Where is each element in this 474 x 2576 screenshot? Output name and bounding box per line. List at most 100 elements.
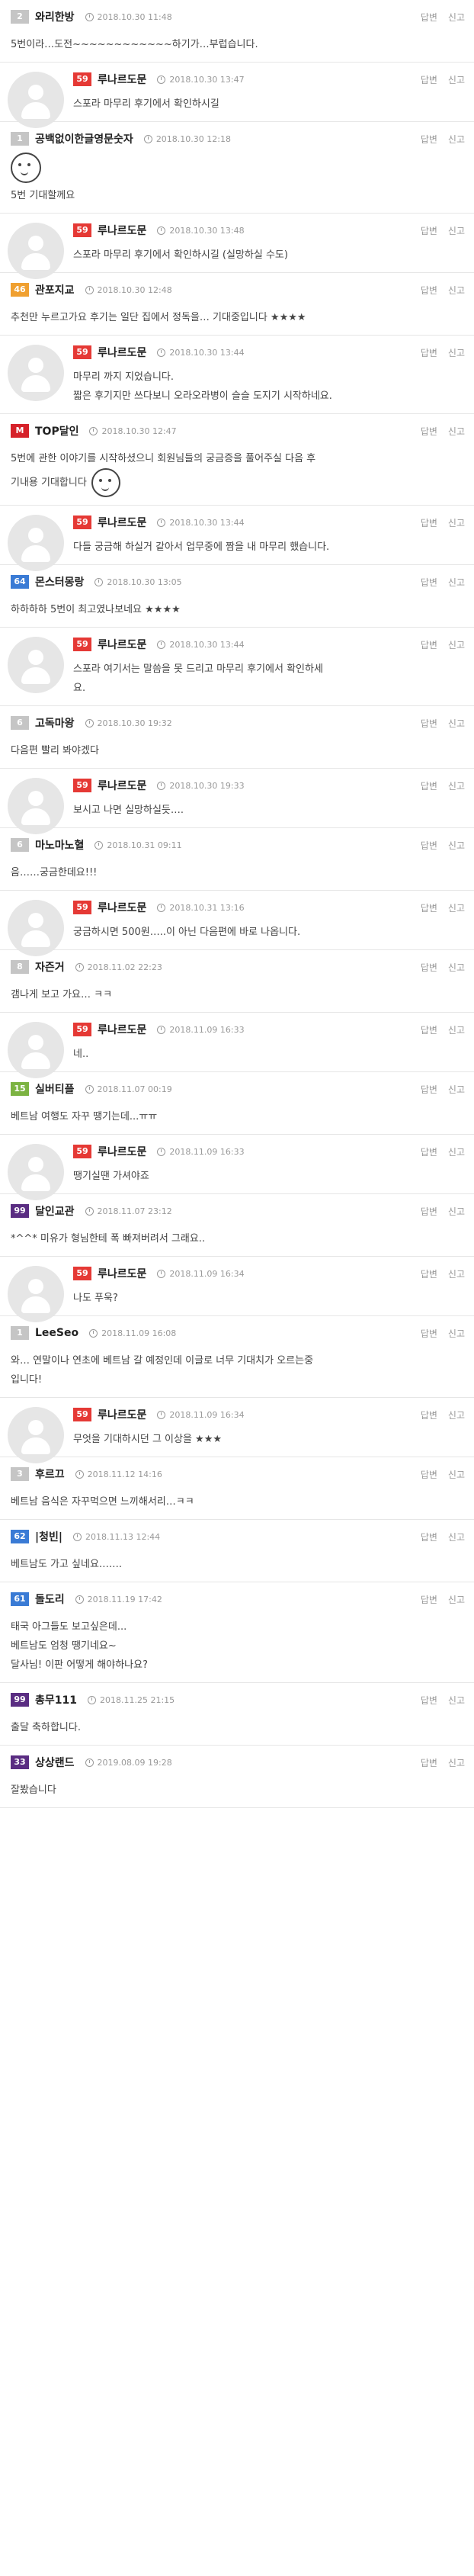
author-name[interactable]: 관포지교	[35, 282, 75, 297]
report-button[interactable]: 신고	[448, 518, 465, 528]
author-name[interactable]: 상상랜드	[35, 1755, 75, 1770]
reply-button[interactable]: 답변	[421, 426, 437, 437]
author-name[interactable]: 루나르도문	[98, 345, 146, 360]
report-button[interactable]: 신고	[448, 1328, 465, 1339]
reply-button[interactable]: 답변	[421, 840, 437, 851]
reply-button[interactable]: 답변	[421, 1469, 437, 1480]
reply-button[interactable]: 답변	[421, 1595, 437, 1605]
comment-actions: 답변 신고	[410, 133, 465, 146]
author-name[interactable]: 루나르도문	[98, 72, 146, 87]
report-button[interactable]: 신고	[448, 1410, 465, 1421]
avatar-head	[28, 358, 43, 373]
reply-button[interactable]: 답변	[421, 577, 437, 588]
report-button[interactable]: 신고	[448, 1595, 465, 1605]
reply-button[interactable]: 답변	[421, 640, 437, 650]
reply-button[interactable]: 답변	[421, 1025, 437, 1036]
report-button[interactable]: 신고	[448, 840, 465, 851]
report-button[interactable]: 신고	[448, 348, 465, 358]
report-button[interactable]: 신고	[448, 718, 465, 729]
author-name[interactable]: 몬스터몽랑	[35, 574, 84, 589]
reply-button[interactable]: 답변	[421, 781, 437, 792]
comment: 46 관포지교 2018.10.30 12:48 답변 신고 추천만 누르고가요 후기는 …	[0, 273, 474, 336]
report-button[interactable]: 신고	[448, 1758, 465, 1768]
author-name[interactable]: 자즌거	[35, 959, 65, 975]
reply-button[interactable]: 답변	[421, 1084, 437, 1095]
avatar	[8, 1022, 64, 1078]
reply-button[interactable]: 답변	[421, 134, 437, 145]
author-name[interactable]: 루나르도문	[98, 1407, 146, 1422]
author-name[interactable]: 마노마노혈	[35, 837, 84, 853]
author-name[interactable]: 루나르도문	[98, 1266, 146, 1281]
report-button[interactable]: 신고	[448, 426, 465, 437]
report-button[interactable]: 신고	[448, 1025, 465, 1036]
author-name[interactable]: 루나르도문	[98, 515, 146, 530]
author-name[interactable]: 루나르도문	[98, 223, 146, 238]
author-name[interactable]: |청빈|	[35, 1529, 62, 1544]
author-name[interactable]: 고독마왕	[35, 715, 75, 731]
report-button[interactable]: 신고	[448, 12, 465, 23]
comment-text: 잘봤습니다	[11, 1784, 56, 1796]
reply-button[interactable]: 답변	[421, 718, 437, 729]
report-button[interactable]: 신고	[448, 1695, 465, 1706]
author-name[interactable]: 루나르도문	[98, 637, 146, 652]
reply-button[interactable]: 답변	[421, 75, 437, 85]
author-name[interactable]: 루나르도문	[98, 900, 146, 915]
comment-actions: 답변 신고	[410, 1205, 465, 1218]
reply-button[interactable]: 답변	[421, 1695, 437, 1706]
author-name[interactable]: 실버티플	[35, 1081, 75, 1097]
reply-button[interactable]: 답변	[421, 518, 437, 528]
report-button[interactable]: 신고	[448, 1269, 465, 1280]
author-name[interactable]: 루나르도문	[98, 1022, 146, 1037]
report-button[interactable]: 신고	[448, 75, 465, 85]
reply-button[interactable]: 답변	[421, 962, 437, 973]
reply-button[interactable]: 답변	[421, 1269, 437, 1280]
comment-actions: 답변 신고	[410, 901, 465, 914]
reply-button[interactable]: 답변	[421, 226, 437, 236]
comment: 3 후르끄 2018.11.12 14:16 답변 신고 베트남 음식은 자꾸먹으면 느끼…	[0, 1457, 474, 1520]
author-name[interactable]: 돌도리	[35, 1592, 65, 1607]
avatar	[8, 637, 64, 693]
author-name[interactable]: 공백없이한글영문숫자	[35, 131, 133, 146]
reply-button[interactable]: 답변	[421, 1532, 437, 1543]
reply-button[interactable]: 답변	[421, 1758, 437, 1768]
comment-text: 5번이라…도전~~~~~~~~~~~~하기가…부럽습니다.	[11, 39, 258, 50]
report-button[interactable]: 신고	[448, 134, 465, 145]
report-button[interactable]: 신고	[448, 781, 465, 792]
level-badge: 59	[73, 516, 91, 529]
author-name[interactable]: 총무111	[35, 1692, 77, 1707]
reply-button[interactable]: 답변	[421, 1410, 437, 1421]
reply-button[interactable]: 답변	[421, 1206, 437, 1217]
report-button[interactable]: 신고	[448, 962, 465, 973]
report-button[interactable]: 신고	[448, 226, 465, 236]
author-name[interactable]: 달인교관	[35, 1203, 75, 1219]
author-name[interactable]: 후르끄	[35, 1466, 65, 1482]
report-button[interactable]: 신고	[448, 1532, 465, 1543]
reply-button[interactable]: 답변	[421, 12, 437, 23]
report-button[interactable]: 신고	[448, 1469, 465, 1480]
report-button[interactable]: 신고	[448, 1084, 465, 1095]
report-button[interactable]: 신고	[448, 640, 465, 650]
author-name[interactable]: LeeSeo	[35, 1327, 78, 1339]
reply-button[interactable]: 답변	[421, 348, 437, 358]
comment-actions: 답변 신고	[410, 638, 465, 651]
report-button[interactable]: 신고	[448, 1206, 465, 1217]
author-name[interactable]: 와리한방	[35, 9, 75, 24]
reply-button[interactable]: 답변	[421, 285, 437, 296]
author-name[interactable]: TOP달인	[35, 423, 78, 438]
report-button[interactable]: 신고	[448, 903, 465, 914]
report-button[interactable]: 신고	[448, 1147, 465, 1158]
comment-text: 보시고 나면 실망하실듯….	[73, 805, 184, 816]
reply-button[interactable]: 답변	[421, 903, 437, 914]
level-badge: 59	[73, 638, 91, 651]
report-button[interactable]: 신고	[448, 285, 465, 296]
reply-button[interactable]: 답변	[421, 1147, 437, 1158]
report-button[interactable]: 신고	[448, 577, 465, 588]
author-name[interactable]: 루나르도문	[98, 778, 146, 793]
comment-time: 2018.10.30 12:18	[155, 133, 231, 144]
avatar	[8, 1266, 64, 1322]
clock-icon	[85, 718, 94, 728]
comment: 62 |청빈| 2018.11.13 12:44 답변 신고 베트남도 가고 싶네요…….	[0, 1520, 474, 1582]
avatar-head	[28, 1420, 43, 1435]
author-name[interactable]: 루나르도문	[98, 1144, 146, 1159]
reply-button[interactable]: 답변	[421, 1328, 437, 1339]
